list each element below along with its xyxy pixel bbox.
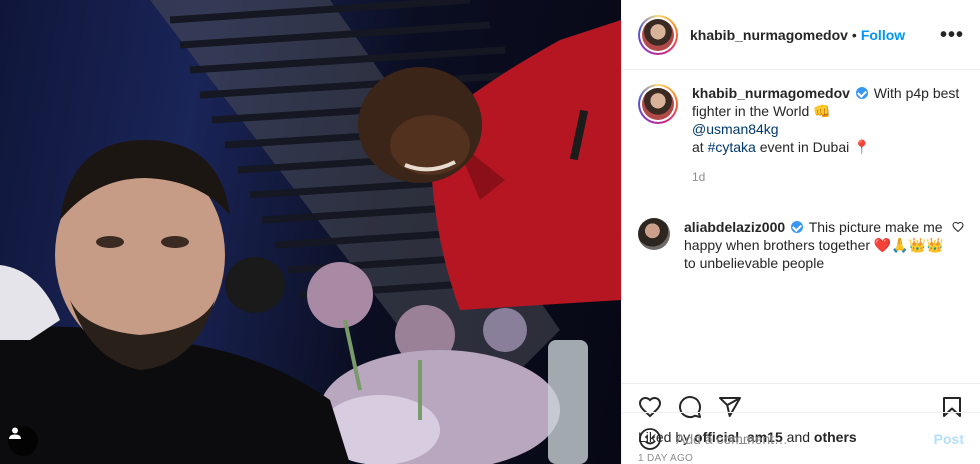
comment-input[interactable]: Add a comment…	[676, 431, 788, 447]
user-tag-icon	[9, 427, 21, 439]
comment-like-button[interactable]	[944, 218, 964, 238]
post-comment-button[interactable]: Post	[934, 431, 964, 447]
follow-button[interactable]: Follow	[861, 27, 905, 43]
commenter-username[interactable]: aliabdelaziz000	[684, 219, 785, 235]
caption-age[interactable]: 1d	[692, 170, 964, 184]
author-avatar[interactable]	[638, 14, 678, 55]
comments-section: khabib_nurmagomedov With p4p best fighte…	[622, 70, 980, 383]
comment-item: aliabdelaziz000 This picture make me hap…	[638, 218, 964, 272]
instagram-post: khabib_nurmagomedov • Follow ••• khabib_…	[0, 0, 980, 464]
caption-text-2: at	[692, 139, 704, 155]
separator-dot: •	[851, 26, 857, 43]
caption-avatar[interactable]	[638, 84, 678, 124]
user-tag-button[interactable]	[8, 426, 38, 456]
author-username[interactable]: khabib_nurmagomedov	[690, 27, 848, 43]
commenter-avatar[interactable]	[638, 218, 670, 250]
caption-mention[interactable]: @usman84kg	[692, 121, 779, 137]
comment-emojis: ❤️🙏👑👑	[873, 237, 944, 253]
fist-emoji: 👊	[813, 103, 831, 119]
caption: khabib_nurmagomedov With p4p best fighte…	[638, 84, 964, 184]
caption-username[interactable]: khabib_nurmagomedov	[692, 85, 850, 101]
emoji-button[interactable]	[638, 427, 662, 451]
comment-text: aliabdelaziz000 This picture make me hap…	[684, 218, 944, 272]
add-comment-bar: Add a comment… Post	[622, 412, 980, 464]
verified-badge-icon	[791, 221, 804, 233]
post-side-panel: khabib_nurmagomedov • Follow ••• khabib_…	[621, 0, 980, 464]
smiley-icon	[639, 427, 661, 450]
post-photo[interactable]	[0, 0, 621, 464]
photo-illustration	[0, 0, 621, 464]
caption-hashtag[interactable]: #cytaka	[708, 139, 756, 155]
pin-emoji: 📍	[853, 139, 871, 155]
caption-text-3: event in Dubai	[759, 139, 850, 155]
comment-text-2: to unbelievable people	[684, 255, 825, 271]
verified-badge-icon	[855, 87, 868, 99]
caption-text: khabib_nurmagomedov With p4p best fighte…	[692, 84, 964, 156]
more-options-icon[interactable]: •••	[940, 25, 964, 45]
heart-icon	[952, 221, 964, 233]
post-header: khabib_nurmagomedov • Follow •••	[622, 0, 980, 70]
